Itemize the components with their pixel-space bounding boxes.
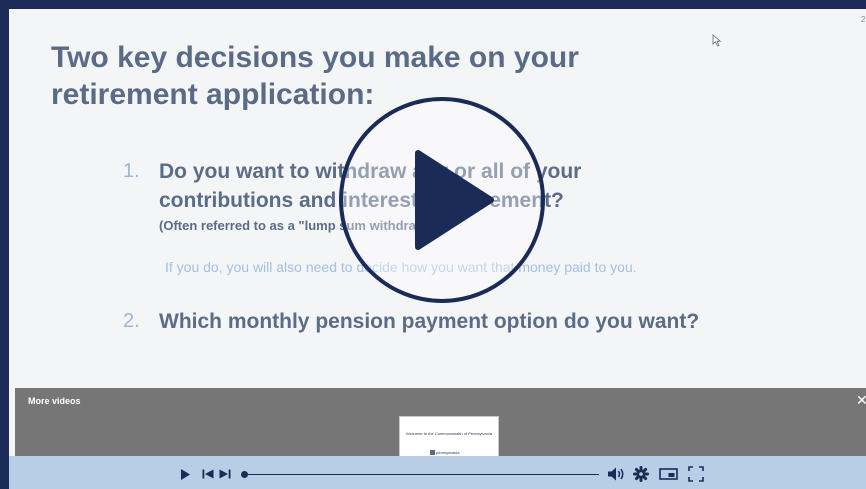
play-icon[interactable] — [180, 468, 191, 481]
settings-gear-icon[interactable] — [633, 466, 649, 482]
progress-track[interactable] — [243, 474, 599, 475]
player-control-bar — [9, 456, 866, 489]
fullscreen-icon[interactable] — [688, 466, 704, 482]
progress-handle[interactable] — [241, 471, 248, 478]
thumbnail-logo: pennsylvania — [430, 450, 459, 456]
play-overlay-button[interactable] — [338, 96, 546, 304]
skip-next-icon[interactable] — [219, 469, 231, 479]
mouse-cursor-icon — [712, 34, 722, 47]
slide-number: 2 — [861, 15, 866, 24]
more-videos-title: More videos — [28, 396, 81, 406]
question-1-number: 1. — [123, 160, 140, 182]
keystone-logo-icon — [430, 450, 435, 456]
question-2-line-1: Which monthly pension payment option do … — [159, 310, 700, 333]
video-frame[interactable]: 2 Two key decisions you make on your ret… — [9, 9, 866, 489]
more-videos-panel: More videos ✕ Welcome to the Commonwealt… — [15, 388, 866, 462]
theater-mode-icon[interactable] — [659, 468, 678, 480]
close-icon[interactable]: ✕ — [856, 392, 866, 409]
thumbnail-text: Welcome to the Commonwealth of Pennsylva… — [406, 431, 492, 436]
question-2-number: 2. — [123, 310, 140, 332]
skip-previous-icon[interactable] — [202, 469, 214, 479]
volume-icon[interactable] — [607, 466, 627, 482]
